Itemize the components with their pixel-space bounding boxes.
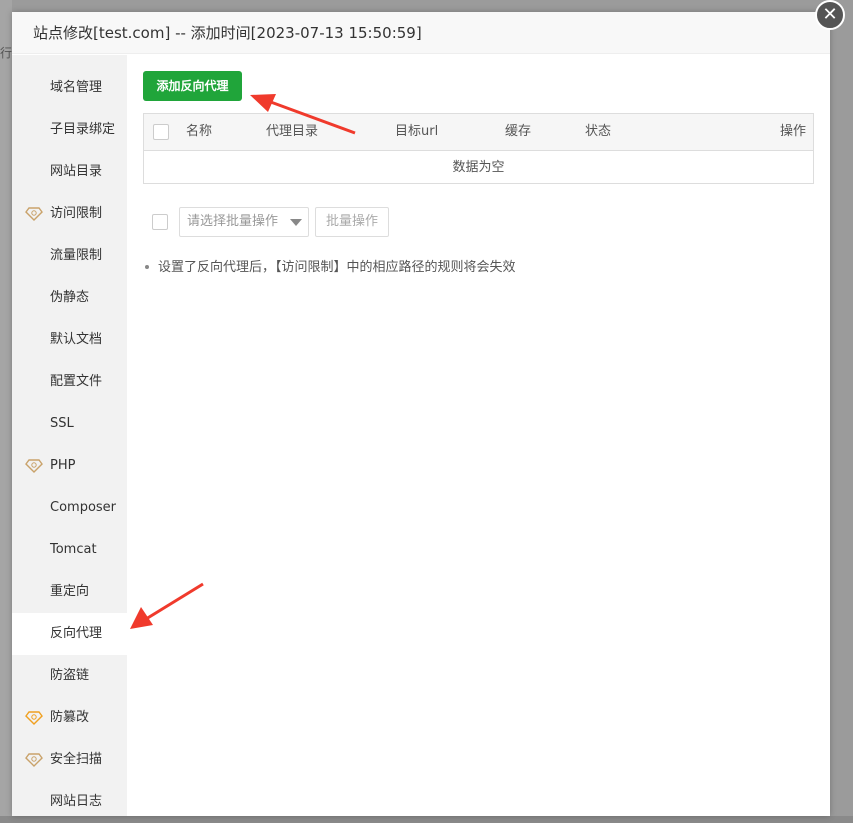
sidebar-item-label: 默认文档 [50,332,103,347]
sidebar-item-redirect[interactable]: 重定向 [12,571,127,613]
proxy-table: 名称 代理目录 目标url 缓存 状态 操作 数据为空 [143,113,814,184]
sidebar: 域名管理子目录绑定网站目录访问限制流量限制伪静态默认文档配置文件 SSL PHP Co… [12,55,127,816]
sidebar-item-label: 流量限制 [50,248,103,263]
sidebar-item-ssl[interactable]: SSL [12,403,127,445]
background-strip [0,0,12,816]
sidebar-item-access-limit[interactable]: 访问限制 [12,193,127,235]
column-header-proxy-dir: 代理目录 [266,124,319,139]
select-all-checkbox[interactable] [153,124,169,140]
sidebar-item-subdir[interactable]: 子目录绑定 [12,109,127,151]
tip-text: 设置了反向代理后，【访问限制】中的相应路径的规则将会失效 [158,260,516,275]
sidebar-item-label: 伪静态 [50,290,90,305]
column-header-actions: 操作 [780,124,807,139]
sidebar-item-tomcat[interactable]: Tomcat [12,529,127,571]
dialog-title: 站点修改[test.com] -- 添加时间[2023-07-13 15:50:… [12,12,830,54]
main-content: 添加反向代理 名称 代理目录 目标url 缓存 状态 操作 数据为空 请选择批量… [127,55,830,816]
table-empty-message: 数据为空 [452,160,505,175]
sidebar-item-label: SSL [50,416,74,431]
bullet-icon [145,264,149,269]
sidebar-item-php[interactable]: PHP [12,445,127,487]
sidebar-item-reverse-proxy[interactable]: 反向代理 [12,613,127,655]
close-icon[interactable]: ✕ [815,0,845,30]
sidebar-item-label: Tomcat [50,542,97,557]
sidebar-item-label: 网站日志 [50,794,103,809]
sidebar-item-traffic-limit[interactable]: 流量限制 [12,235,127,277]
sidebar-item-composer[interactable]: Composer [12,487,127,529]
sidebar-item-label: 安全扫描 [50,752,103,767]
column-header-name: 名称 [186,124,213,139]
column-header-cache: 缓存 [505,124,532,139]
sidebar-item-label: PHP [50,458,76,473]
column-header-status: 状态 [585,124,612,139]
sidebar-item-hotlink[interactable]: 防盗链 [12,655,127,697]
add-reverse-proxy-button[interactable]: 添加反向代理 [143,71,242,101]
batch-select-checkbox[interactable] [152,214,168,230]
diamond-icon [25,459,43,473]
sidebar-item-label: 反向代理 [50,626,103,641]
sidebar-item-label: 子目录绑定 [50,122,116,137]
diamond-icon [25,207,43,221]
sidebar-item-label: 防篡改 [50,710,90,725]
sidebar-item-security-scan[interactable]: 安全扫描 [12,739,127,781]
site-edit-dialog: 站点修改[test.com] -- 添加时间[2023-07-13 15:50:… [12,12,830,816]
sidebar-item-label: 访问限制 [50,206,103,221]
sidebar-item-config-file[interactable]: 配置文件 [12,361,127,403]
sidebar-item-site-dir[interactable]: 网站目录 [12,151,127,193]
caret-down-icon [290,219,302,226]
background-text-fragment: 行版 [0,46,12,60]
tip-list-item: 设置了反向代理后，【访问限制】中的相应路径的规则将会失效 [143,256,803,275]
sidebar-item-label: 网站目录 [50,164,103,179]
sidebar-item-label: 域名管理 [50,80,103,95]
sidebar-item-default-doc[interactable]: 默认文档 [12,319,127,361]
batch-action-placeholder: 请选择批量操作 [187,214,279,229]
diamond-icon [25,711,43,725]
sidebar-item-site-log[interactable]: 网站日志 [12,781,127,823]
column-header-target-url: 目标url [395,124,439,139]
table-header: 名称 代理目录 目标url 缓存 状态 操作 [144,114,813,151]
sidebar-item-label: 配置文件 [50,374,103,389]
batch-action-button[interactable]: 批量操作 [315,207,389,237]
batch-action-select[interactable]: 请选择批量操作 [179,207,309,237]
sidebar-item-label: 防盗链 [50,668,90,683]
sidebar-item-label: 重定向 [50,584,90,599]
sidebar-item-label: Composer [50,500,117,515]
sidebar-item-rewrite[interactable]: 伪静态 [12,277,127,319]
sidebar-item-tamper-proof[interactable]: 防篡改 [12,697,127,739]
diamond-icon [25,753,43,767]
sidebar-item-domain[interactable]: 域名管理 [12,67,127,109]
